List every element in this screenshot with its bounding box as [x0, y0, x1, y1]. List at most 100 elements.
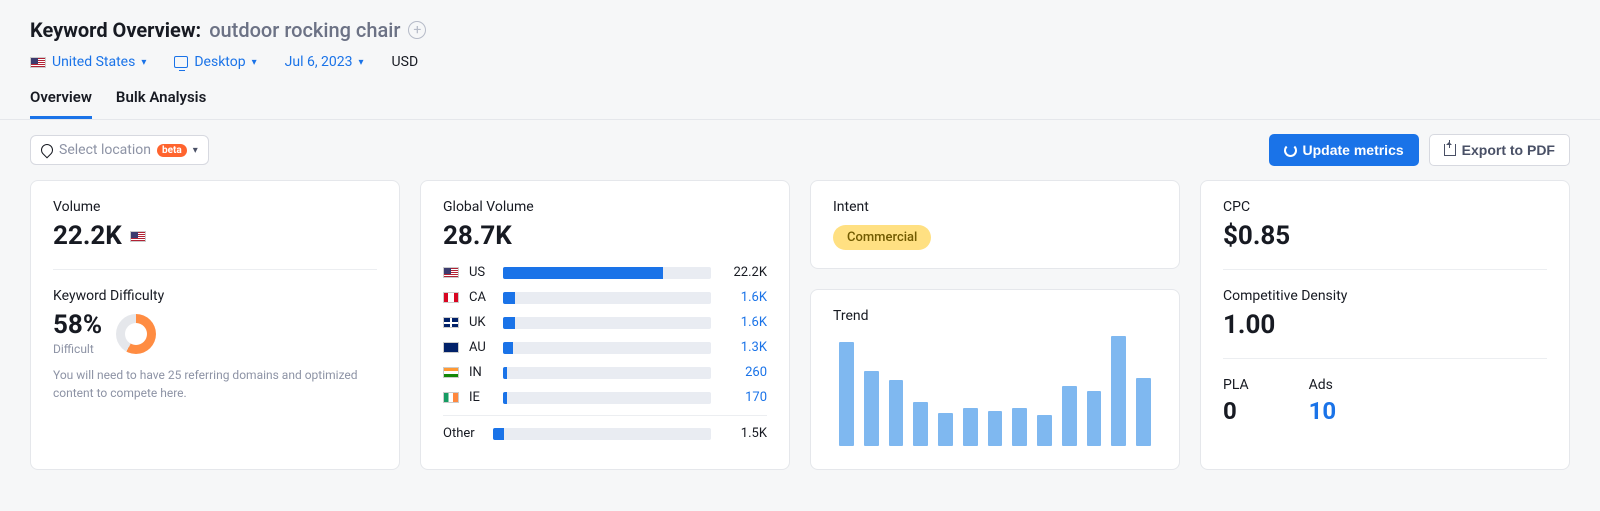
global-volume-value: 28.7K	[443, 221, 767, 251]
export-pdf-button[interactable]: Export to PDF	[1429, 134, 1570, 166]
refresh-icon	[1284, 144, 1297, 157]
volume-number: 22.2K	[53, 221, 122, 251]
tab-bulk-analysis[interactable]: Bulk Analysis	[116, 88, 206, 119]
update-metrics-label: Update metrics	[1303, 142, 1404, 158]
volume-label: Volume	[53, 199, 377, 215]
trend-bar	[988, 411, 1003, 446]
trend-bar	[1037, 415, 1052, 446]
trend-chart	[833, 336, 1157, 446]
date-filter[interactable]: Jul 6, 2023 ▾	[285, 54, 364, 70]
intent-badge: Commercial	[833, 225, 931, 250]
location-select[interactable]: Select location beta ▾	[30, 135, 209, 165]
country-value[interactable]: 170	[721, 390, 767, 405]
ads-value[interactable]: 10	[1309, 397, 1337, 425]
location-pin-icon	[39, 142, 56, 159]
country-filter-label: United States	[52, 54, 135, 70]
export-pdf-label: Export to PDF	[1462, 142, 1555, 158]
trend-bar	[1087, 391, 1102, 446]
bar-track	[503, 367, 711, 379]
flag-icon	[443, 292, 459, 303]
country-filter[interactable]: United States ▾	[30, 54, 146, 70]
flag-icon	[443, 392, 459, 403]
other-value: 1.5K	[721, 426, 767, 441]
page-title-keyword: outdoor rocking chair	[209, 18, 400, 42]
country-value[interactable]: 1.3K	[721, 340, 767, 355]
country-value[interactable]: 1.6K	[721, 315, 767, 330]
trend-bar	[889, 380, 904, 446]
bar-fill	[503, 392, 507, 404]
device-filter-label: Desktop	[194, 54, 245, 70]
bar-track	[503, 392, 711, 404]
kd-value: 58%	[53, 310, 102, 340]
density-value: 1.00	[1223, 310, 1547, 340]
page-title-label: Keyword Overview:	[30, 18, 201, 42]
chevron-down-icon: ▾	[193, 145, 198, 156]
bar-track	[503, 267, 711, 279]
pla-label: PLA	[1223, 377, 1249, 393]
volume-card: Volume 22.2K Keyword Difficulty 58% Diff…	[30, 180, 400, 470]
country-row-other: Other 1.5K	[443, 426, 767, 441]
country-code: IN	[469, 365, 493, 380]
kd-label: Keyword Difficulty	[53, 288, 377, 304]
country-value[interactable]: 260	[721, 365, 767, 380]
flag-icon	[443, 367, 459, 378]
bar-fill	[503, 292, 515, 304]
cpc-value: $0.85	[1223, 221, 1547, 251]
currency-label: USD	[392, 54, 419, 70]
density-label: Competitive Density	[1223, 288, 1547, 304]
kd-level: Difficult	[53, 342, 102, 356]
bar-track	[493, 428, 711, 440]
cpc-card: CPC $0.85 Competitive Density 1.00 PLA 0…	[1200, 180, 1570, 470]
flag-icon	[443, 342, 459, 353]
global-volume-card: Global Volume 28.7K US22.2KCA1.6KUK1.6KA…	[420, 180, 790, 470]
trend-bar	[1012, 408, 1027, 447]
country-row: AU 1.3K	[443, 340, 767, 355]
add-keyword-button[interactable]: +	[408, 21, 426, 39]
bar-fill	[503, 367, 507, 379]
trend-bar	[839, 342, 854, 447]
trend-bar	[1062, 386, 1077, 447]
chevron-down-icon: ▾	[252, 57, 257, 68]
us-flag-icon	[130, 231, 146, 242]
bar-fill	[493, 428, 504, 440]
flag-icon	[443, 317, 459, 328]
bar-track	[503, 292, 711, 304]
country-value[interactable]: 1.6K	[721, 290, 767, 305]
trend-bar	[864, 371, 879, 446]
pla-value: 0	[1223, 397, 1249, 425]
country-code: UK	[469, 315, 493, 330]
bar-track	[503, 342, 711, 354]
country-code: AU	[469, 340, 493, 355]
global-volume-label: Global Volume	[443, 199, 767, 215]
tab-overview[interactable]: Overview	[30, 88, 92, 119]
beta-badge: beta	[157, 144, 187, 157]
other-label: Other	[443, 426, 483, 441]
cpc-label: CPC	[1223, 199, 1547, 215]
flag-icon	[443, 267, 459, 278]
volume-value: 22.2K	[53, 221, 377, 251]
bar-fill	[503, 342, 513, 354]
bar-fill	[503, 317, 515, 329]
chevron-down-icon: ▾	[359, 57, 364, 68]
bar-fill	[503, 267, 663, 279]
ads-label: Ads	[1309, 377, 1337, 393]
device-filter[interactable]: Desktop ▾	[174, 54, 256, 70]
country-code: IE	[469, 390, 493, 405]
country-row: IN 260	[443, 365, 767, 380]
trend-bar	[963, 408, 978, 447]
trend-bar	[1111, 336, 1126, 446]
update-metrics-button[interactable]: Update metrics	[1269, 134, 1419, 166]
country-row: CA1.6K	[443, 290, 767, 305]
trend-bar	[1136, 378, 1151, 446]
trend-label: Trend	[833, 308, 1157, 324]
intent-label: Intent	[833, 199, 1157, 215]
trend-card: Trend	[810, 289, 1180, 470]
country-row: UK 1.6K	[443, 315, 767, 330]
kd-donut-chart	[116, 314, 156, 354]
chevron-down-icon: ▾	[141, 57, 146, 68]
date-filter-label: Jul 6, 2023	[285, 54, 353, 70]
location-placeholder: Select location	[59, 142, 151, 158]
intent-card: Intent Commercial	[810, 180, 1180, 269]
trend-bar	[938, 413, 953, 446]
country-row: IE 170	[443, 390, 767, 405]
